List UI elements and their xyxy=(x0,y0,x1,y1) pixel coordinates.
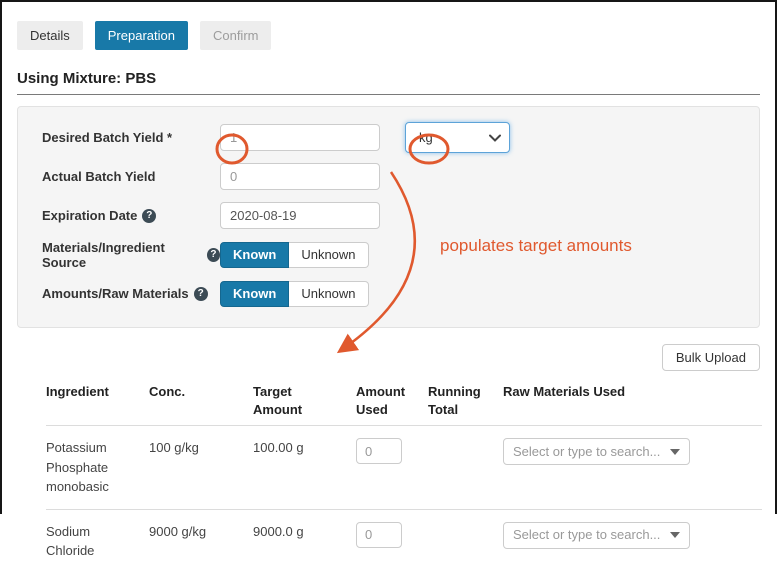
caret-down-icon xyxy=(670,449,680,455)
amount-used-input[interactable] xyxy=(356,438,402,464)
amounts-raw-materials-toggle: Known Unknown xyxy=(220,281,369,307)
tab-details[interactable]: Details xyxy=(17,21,83,50)
help-question-icon[interactable]: ? xyxy=(207,248,220,262)
col-header-target-amount: Target Amount xyxy=(253,383,356,426)
target-amount-cell: 100.00 g xyxy=(253,426,356,510)
caret-down-icon xyxy=(670,532,680,538)
ingredient-row-potassium-phosphate: Potassium Phosphate monobasic 100 g/kg 1… xyxy=(46,426,762,510)
table-actions: Bulk Upload xyxy=(17,344,760,371)
batch-preparation-page: Details Preparation Confirm Using Mixtur… xyxy=(2,21,775,531)
amounts-raw-materials-label-text: Amounts/Raw Materials xyxy=(42,286,189,301)
materials-source-label: Materials/Ingredient Source ? xyxy=(42,240,220,270)
amounts-raw-materials-label: Amounts/Raw Materials ? xyxy=(42,286,220,301)
expiration-date-label: Expiration Date ? xyxy=(42,208,220,223)
conc-cell: 100 g/kg xyxy=(149,426,253,510)
yield-unit-select[interactable]: kg xyxy=(405,122,510,153)
materials-source-unknown-button[interactable]: Unknown xyxy=(289,242,368,268)
running-total-cell xyxy=(428,509,503,573)
conc-cell: 9000 g/kg xyxy=(149,509,253,573)
ingredients-table-wrap: Ingredient Conc. Target Amount Amount Us… xyxy=(46,383,760,573)
raw-materials-cell: Select or type to search... xyxy=(503,509,762,573)
raw-materials-cell: Select or type to search... xyxy=(503,426,762,510)
col-header-ingredient: Ingredient xyxy=(46,383,149,426)
target-amount-cell: 9000.0 g xyxy=(253,509,356,573)
amount-used-cell xyxy=(356,426,428,510)
materials-source-row: Materials/Ingredient Source ? Known Unkn… xyxy=(42,241,759,268)
ingredients-table: Ingredient Conc. Target Amount Amount Us… xyxy=(46,383,762,573)
actual-batch-yield-label: Actual Batch Yield xyxy=(42,169,220,184)
desired-batch-yield-input[interactable] xyxy=(220,124,380,151)
tab-confirm[interactable]: Confirm xyxy=(200,21,272,50)
actual-batch-yield-row: Actual Batch Yield xyxy=(42,163,759,190)
wizard-tabs: Details Preparation Confirm xyxy=(17,21,775,50)
batch-details-panel: Desired Batch Yield * kg Actual Batch Yi… xyxy=(17,106,760,328)
desired-batch-yield-row: Desired Batch Yield * kg xyxy=(42,124,759,151)
amounts-raw-materials-row: Amounts/Raw Materials ? Known Unknown xyxy=(42,280,759,307)
ingredient-row-sodium-chloride: Sodium Chloride 9000 g/kg 9000.0 g Selec… xyxy=(46,509,762,573)
tab-preparation[interactable]: Preparation xyxy=(95,21,188,50)
bulk-upload-button[interactable]: Bulk Upload xyxy=(662,344,760,371)
expiration-date-row: Expiration Date ? xyxy=(42,202,759,229)
page-title: Using Mixture: PBS xyxy=(17,70,760,95)
raw-materials-select[interactable]: Select or type to search... xyxy=(503,438,690,465)
ingredient-name-cell: Sodium Chloride xyxy=(46,509,149,573)
running-total-cell xyxy=(428,426,503,510)
col-header-running-total: Running Total xyxy=(428,383,503,426)
amount-used-cell xyxy=(356,509,428,573)
actual-batch-yield-input[interactable] xyxy=(220,163,380,190)
materials-source-toggle: Known Unknown xyxy=(220,242,369,268)
raw-materials-placeholder: Select or type to search... xyxy=(513,525,660,545)
yield-unit-select-wrap: kg xyxy=(405,122,510,153)
desired-batch-yield-label: Desired Batch Yield * xyxy=(42,130,220,145)
expiration-date-label-text: Expiration Date xyxy=(42,208,137,223)
help-question-icon[interactable]: ? xyxy=(194,287,208,301)
raw-materials-select[interactable]: Select or type to search... xyxy=(503,522,690,549)
materials-source-label-text: Materials/Ingredient Source xyxy=(42,240,202,270)
expiration-date-input[interactable] xyxy=(220,202,380,229)
col-header-amount-used: Amount Used xyxy=(356,383,428,426)
col-header-raw-materials-used: Raw Materials Used xyxy=(503,383,762,426)
help-question-icon[interactable]: ? xyxy=(142,209,156,223)
table-header-row: Ingredient Conc. Target Amount Amount Us… xyxy=(46,383,762,426)
raw-materials-placeholder: Select or type to search... xyxy=(513,442,660,462)
ingredient-name-cell: Potassium Phosphate monobasic xyxy=(46,426,149,510)
col-header-conc: Conc. xyxy=(149,383,253,426)
materials-source-known-button[interactable]: Known xyxy=(220,242,289,268)
amount-used-input[interactable] xyxy=(356,522,402,548)
amounts-known-button[interactable]: Known xyxy=(220,281,289,307)
amounts-unknown-button[interactable]: Unknown xyxy=(289,281,368,307)
